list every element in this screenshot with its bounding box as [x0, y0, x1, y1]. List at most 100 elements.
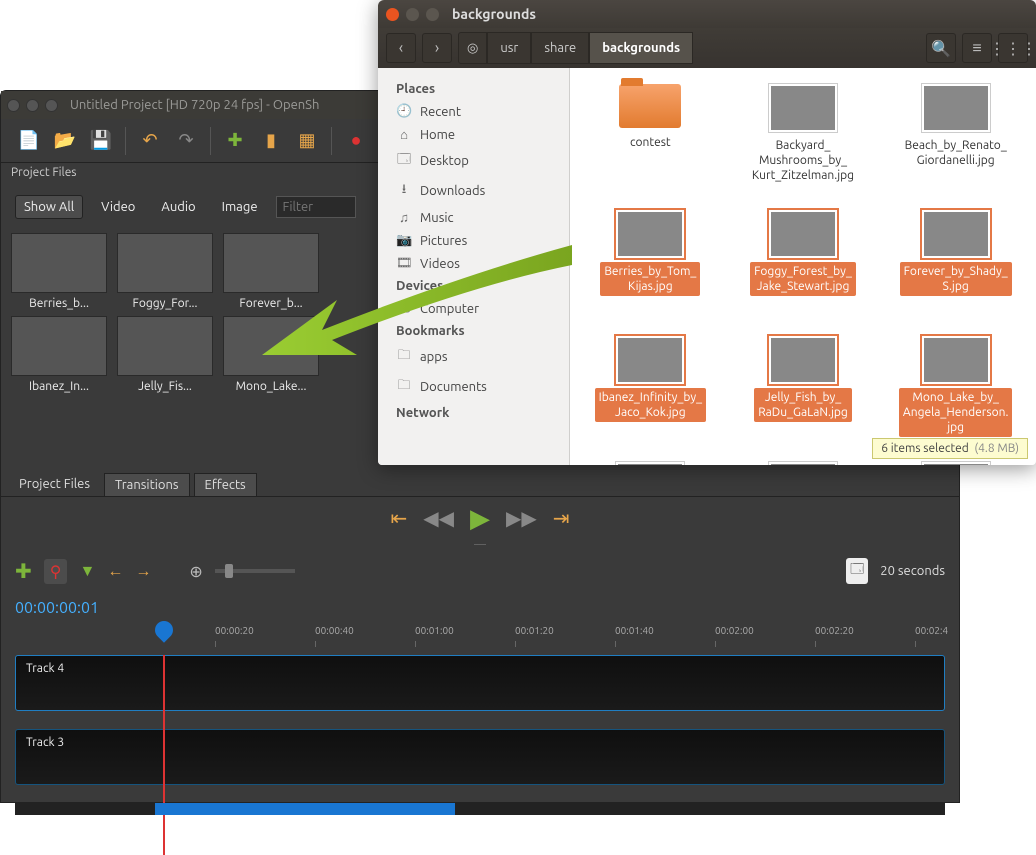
file-name: Foggy_Forest_by_ Jake_Stewart.jpg: [750, 262, 856, 296]
file-item[interactable]: Forever_by_Shady_ S.jpg: [881, 204, 1030, 326]
center-playhead-icon[interactable]: ⊕: [189, 562, 202, 581]
add-track-icon[interactable]: ✚: [15, 559, 32, 583]
file-item[interactable]: contest: [576, 78, 725, 200]
resize-handle-icon[interactable]: ┄┄: [1, 539, 959, 551]
timeline-ruler[interactable]: 00:00:20 00:00:40 00:01:00 00:01:20 00:0…: [15, 625, 945, 655]
undo-icon[interactable]: ↶: [136, 127, 164, 155]
file-name: Jelly_Fish_by_ RaDu_GaLaN.jpg: [754, 388, 852, 422]
crumb-backgrounds[interactable]: backgrounds: [589, 32, 693, 64]
open-project-icon[interactable]: 📂: [51, 127, 79, 155]
window-title: Untitled Project [HD 720p 24 fps] - Open…: [70, 98, 319, 112]
maximize-icon[interactable]: [45, 99, 58, 112]
sidebar-heading-places: Places: [382, 78, 565, 100]
recent-icon: 🕘: [396, 104, 412, 119]
file-item[interactable]: Mono_Lake_by_ Angela_Henderson. jpg: [881, 330, 1030, 452]
grid-view-icon[interactable]: ⋮⋮⋮: [998, 33, 1028, 63]
crumb-usr[interactable]: usr: [487, 32, 531, 64]
project-thumb[interactable]: Forever_b...: [221, 233, 321, 310]
filter-show-all[interactable]: Show All: [15, 195, 83, 219]
ruler-tick: 00:00:40: [315, 625, 354, 636]
project-thumb[interactable]: Jelly_Fis...: [115, 316, 215, 393]
close-icon[interactable]: [386, 8, 399, 21]
redo-icon[interactable]: ↷: [172, 127, 200, 155]
timeline[interactable]: 00:00:00:01 00:00:20 00:00:40 00:01:00 0…: [1, 591, 959, 815]
filter-video[interactable]: Video: [93, 196, 143, 218]
crumb-share[interactable]: share: [531, 32, 589, 64]
status-text: 6 items selected: [881, 442, 969, 455]
filter-input[interactable]: [276, 196, 356, 218]
project-thumb[interactable]: Foggy_For...: [115, 233, 215, 310]
jump-end-icon[interactable]: ⇥: [553, 506, 570, 530]
nautilus-titlebar[interactable]: backgrounds: [378, 0, 1036, 28]
ruler-tick: 00:01:40: [615, 625, 654, 636]
sidebar-item-downloads[interactable]: ⭳Downloads: [382, 176, 565, 206]
file-item[interactable]: Reflections_b: [729, 456, 878, 465]
next-marker-icon[interactable]: →: [135, 562, 151, 581]
file-item[interactable]: Jelly_Fish_by_ RaDu_GaLaN.jpg: [729, 330, 878, 452]
sidebar-item-pictures[interactable]: 📷Pictures: [382, 229, 565, 252]
crumb-root-icon[interactable]: ◎: [458, 32, 487, 64]
folder-icon: [619, 84, 681, 128]
snap-icon[interactable]: ⚲: [44, 559, 68, 584]
tab-effects[interactable]: Effects: [194, 473, 257, 496]
filter-image[interactable]: Image: [214, 196, 266, 218]
back-button[interactable]: ‹: [386, 33, 416, 63]
fast-forward-icon[interactable]: ▶▶: [506, 506, 537, 530]
project-thumb[interactable]: Ibanez_In...: [9, 316, 109, 393]
ruler-tick: 00:02:20: [815, 625, 854, 636]
tab-transitions[interactable]: Transitions: [104, 473, 190, 496]
minimize-icon[interactable]: [406, 8, 419, 21]
zoom-icon[interactable]: 🗔: [846, 558, 868, 584]
close-icon[interactable]: [7, 99, 20, 112]
forward-button[interactable]: ›: [422, 33, 452, 63]
ruler-tick: 00:00:20: [215, 625, 254, 636]
tab-project-files[interactable]: Project Files: [9, 473, 100, 496]
import-icon[interactable]: ✚: [221, 127, 249, 155]
timeline-scrollbar[interactable]: [15, 803, 945, 815]
timeline-toolbar: ✚ ⚲ ▼ ← → ⊕ 🗔 20 seconds: [1, 551, 959, 591]
rewind-icon[interactable]: ◀◀: [423, 506, 454, 530]
search-icon[interactable]: 🔍: [926, 33, 956, 63]
filter-audio[interactable]: Audio: [153, 196, 203, 218]
file-item[interactable]: Backyard_ Mushrooms_by_ Kurt_Zitzelman.j…: [729, 78, 878, 200]
playhead-line[interactable]: [163, 655, 165, 855]
sidebar-item-computer[interactable]: 🖵Computer: [382, 297, 565, 320]
timeline-track[interactable]: Track 4: [15, 655, 945, 711]
status-bar: 6 items selected (4.8 MB): [872, 438, 1028, 459]
marker-icon[interactable]: ▼: [79, 562, 95, 581]
zoom-slider[interactable]: [215, 569, 295, 573]
file-item[interactable]: Foggy_Forest_by_ Jake_Stewart.jpg: [729, 204, 878, 326]
sidebar-item-apps[interactable]: 🗀apps: [382, 342, 565, 372]
jump-start-icon[interactable]: ⇤: [390, 506, 407, 530]
file-name: Ibanez_Infinity_by_ Jaco_Kok.jpg: [595, 388, 706, 422]
panel-title: Project Files: [11, 166, 77, 182]
fullscreen-icon[interactable]: ▦: [293, 127, 321, 155]
view-options-icon[interactable]: ≡: [962, 33, 992, 63]
profile-icon[interactable]: ▮: [257, 127, 285, 155]
minimize-icon[interactable]: [26, 99, 39, 112]
file-grid[interactable]: contestBackyard_ Mushrooms_by_ Kurt_Zitz…: [570, 68, 1036, 465]
play-icon[interactable]: ▶: [470, 503, 490, 534]
save-project-icon[interactable]: 💾: [87, 127, 115, 155]
file-item[interactable]: Berries_by_Tom_ Kijas.jpg: [576, 204, 725, 326]
sidebar-item-recent[interactable]: 🕘Recent: [382, 100, 565, 123]
project-thumb[interactable]: Mono_Lake...: [221, 316, 321, 393]
prev-marker-icon[interactable]: ←: [107, 562, 123, 581]
sidebar-item-desktop[interactable]: 🗔Desktop: [382, 146, 565, 176]
sidebar-item-music[interactable]: ♫Music: [382, 206, 565, 229]
project-thumb[interactable]: Berries_b...: [9, 233, 109, 310]
pictures-icon: 📷: [396, 233, 412, 248]
timeline-track[interactable]: Track 3: [15, 729, 945, 785]
maximize-icon[interactable]: [426, 8, 439, 21]
file-item[interactable]: Ibanez_Infinity_by_ Jaco_Kok.jpg: [576, 330, 725, 452]
sidebar-item-documents[interactable]: 🗀Documents: [382, 372, 565, 402]
new-project-icon[interactable]: 📄: [15, 127, 43, 155]
file-thumbnail: [922, 462, 990, 465]
track-label: Track 3: [26, 736, 64, 749]
sidebar-item-home[interactable]: ⌂Home: [382, 123, 565, 146]
file-item[interactable]: Partitura_by_: [576, 456, 725, 465]
file-item[interactable]: Beach_by_Renato_ Giordanelli.jpg: [881, 78, 1030, 200]
lower-tabs: Project Files Transitions Effects: [1, 473, 959, 497]
sidebar-item-videos[interactable]: 🎞Videos: [382, 252, 565, 275]
export-icon[interactable]: ●: [342, 127, 370, 155]
